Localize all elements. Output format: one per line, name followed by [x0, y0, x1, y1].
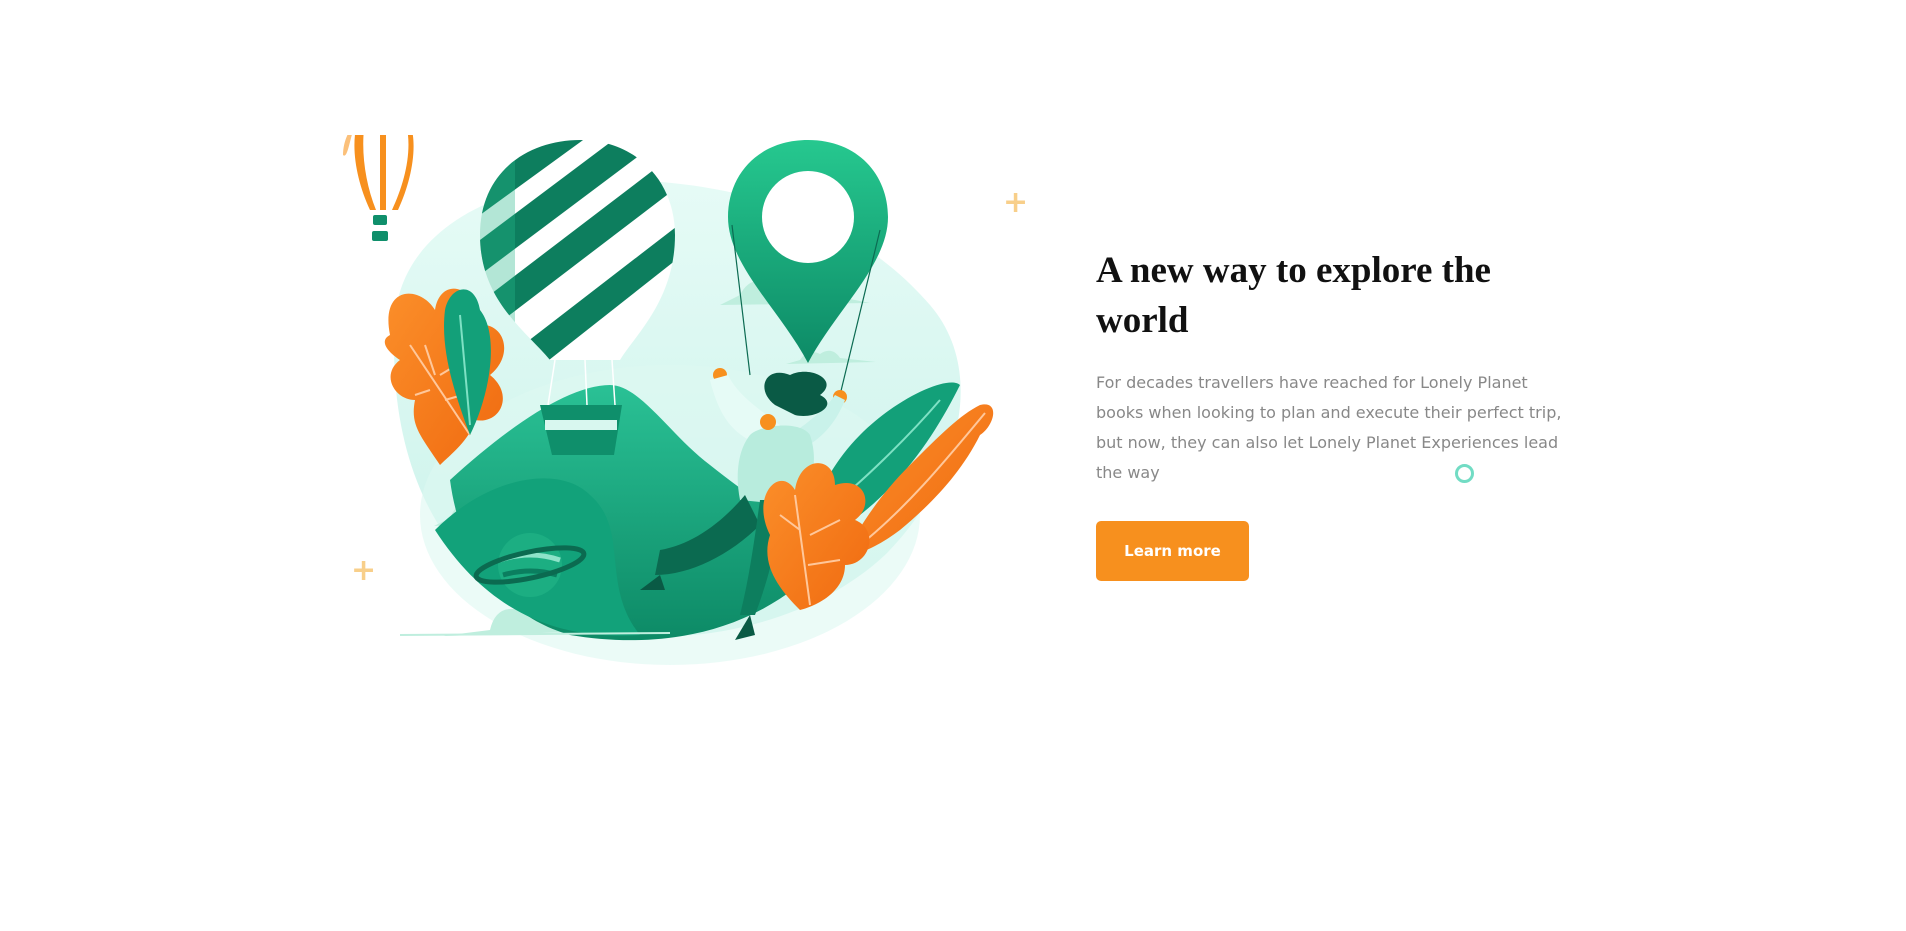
- plus-icon: +: [1003, 185, 1029, 220]
- hero-title: A new way to explore the world: [1096, 250, 1491, 341]
- learn-more-button[interactable]: Learn more: [1096, 521, 1249, 581]
- hero-content: A new way to explore the world For decad…: [1096, 246, 1576, 581]
- hero-description: For decades travellers have reached for …: [1096, 373, 1562, 482]
- hero-illustration: [340, 135, 1000, 670]
- plus-icon: +: [351, 553, 377, 588]
- balloon-icon: [343, 135, 418, 241]
